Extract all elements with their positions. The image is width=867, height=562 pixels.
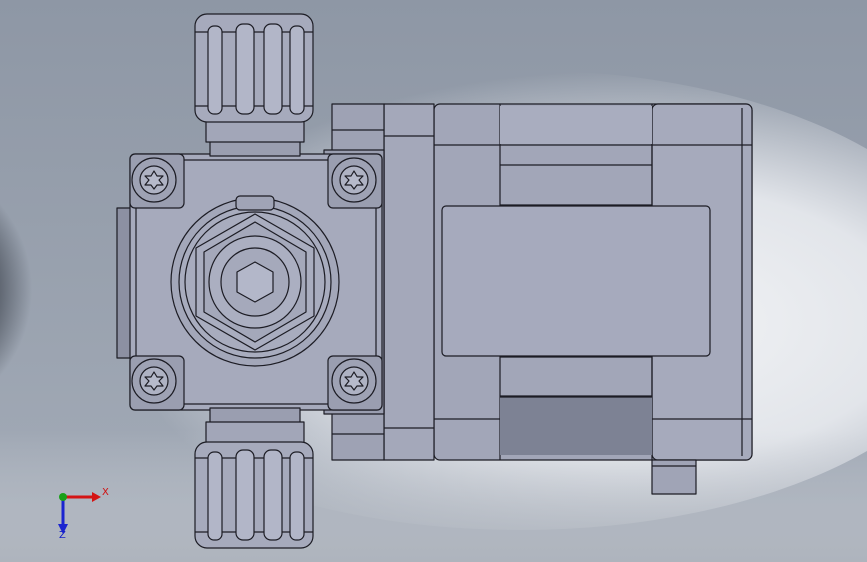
graphics-viewport[interactable]: X Z (0, 0, 867, 562)
motor-terminal-box (651, 459, 697, 495)
screw-bottom-right (331, 358, 377, 404)
screw-bottom-left (131, 358, 177, 404)
motor-dark-band-bottom (500, 397, 652, 455)
top-fitting-collar (205, 119, 305, 143)
bottom-fitting-collar (205, 421, 305, 445)
y-axis-dot (59, 493, 67, 501)
x-axis-label: X (102, 487, 109, 498)
z-axis-label: Z (59, 530, 66, 541)
model-canvas[interactable] (0, 0, 867, 562)
screw-top-left (131, 157, 177, 203)
screw-top-right (331, 157, 377, 203)
motor-body (433, 103, 753, 495)
boss-top-tab (235, 195, 275, 211)
motor-dark-band-top (500, 106, 652, 144)
top-fitting (194, 13, 314, 157)
bottom-fitting (194, 407, 314, 549)
flange-plate (383, 103, 435, 461)
motor-label-plate (441, 205, 711, 357)
